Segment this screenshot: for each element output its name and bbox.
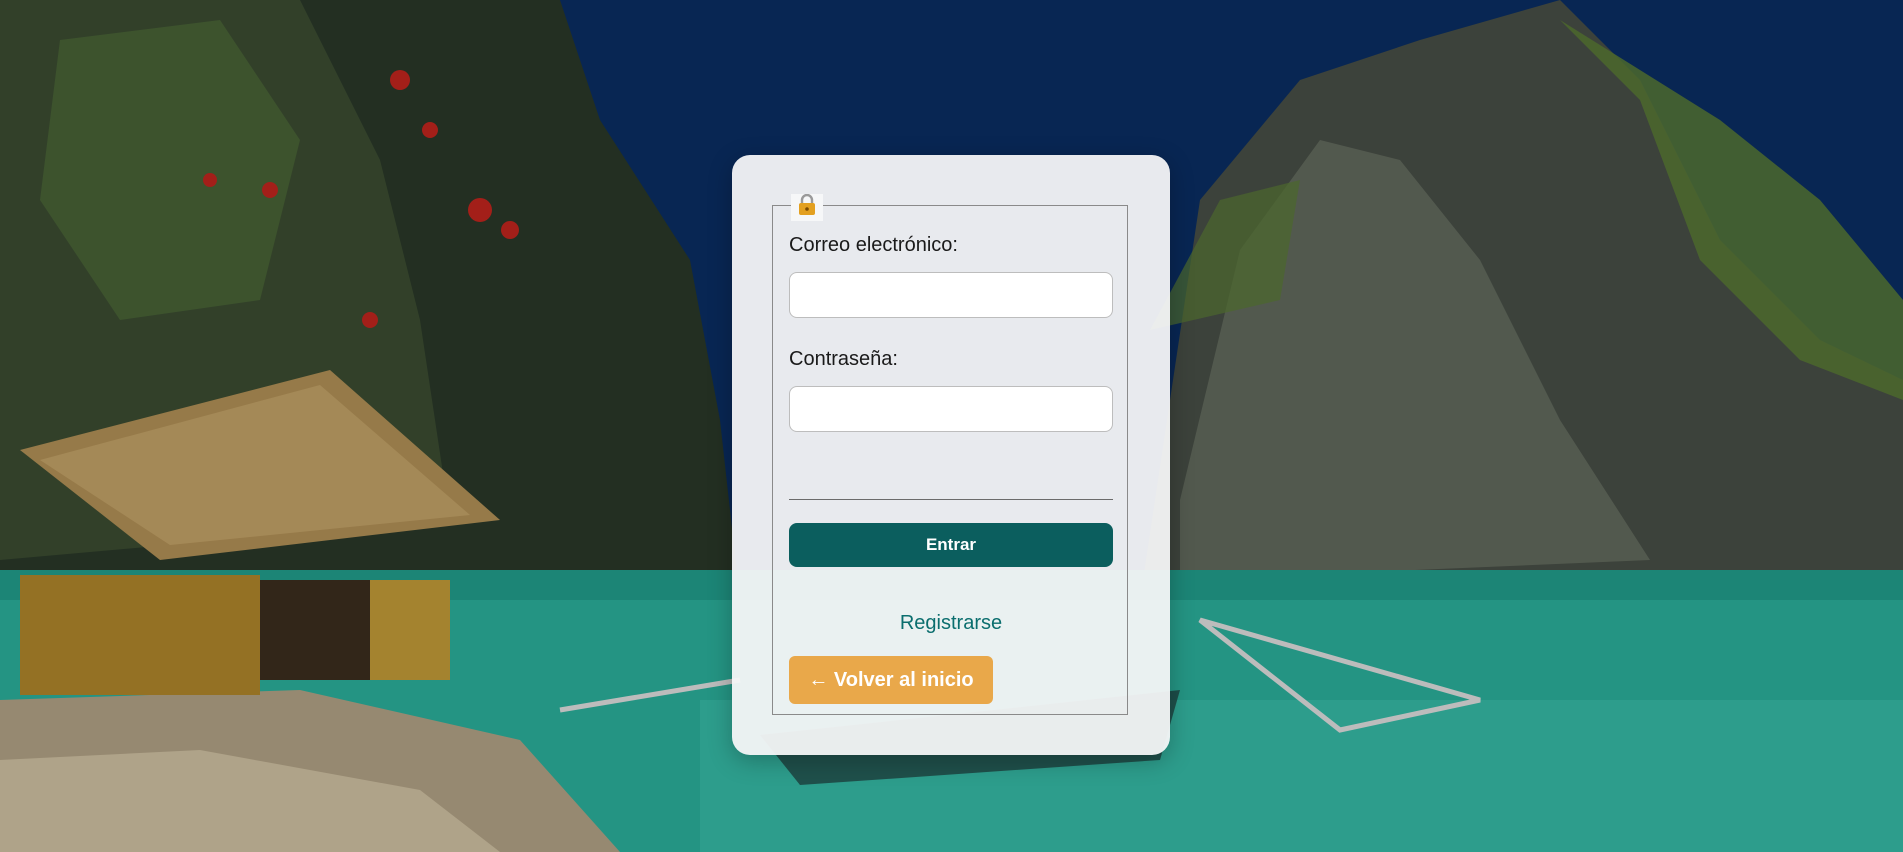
form-divider <box>789 499 1113 500</box>
register-link[interactable]: Registrarse <box>789 612 1113 635</box>
login-card: Correo electrónico: Contraseña: Entrar R… <box>732 155 1170 755</box>
login-button[interactable]: Entrar <box>789 523 1113 567</box>
email-field[interactable] <box>789 272 1113 318</box>
password-label: Contraseña: <box>789 348 898 370</box>
password-field[interactable] <box>789 386 1113 432</box>
lock-icon <box>797 193 817 216</box>
email-label: Correo electrónico: <box>789 234 958 256</box>
login-fieldset: Correo electrónico: Contraseña: Entrar R… <box>772 193 1128 715</box>
back-home-button[interactable]: ← Volver al inicio <box>789 656 993 704</box>
fieldset-legend <box>791 193 823 221</box>
